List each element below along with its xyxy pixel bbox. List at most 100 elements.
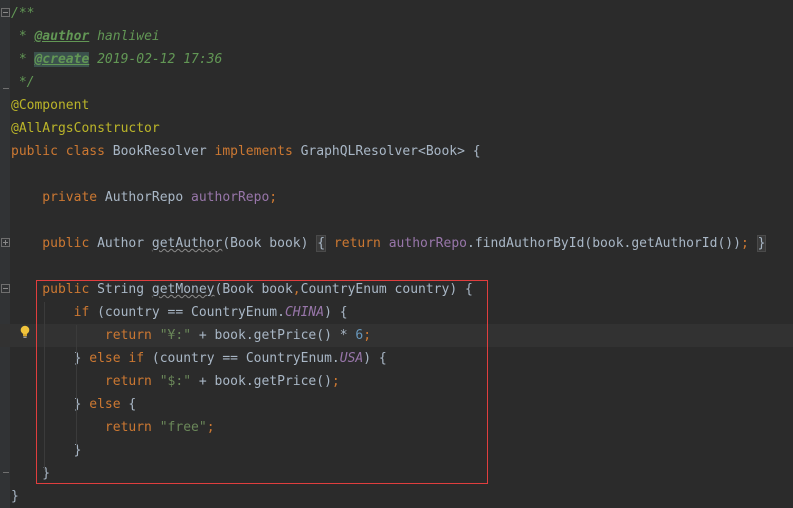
code-token: @AllArgsConstructor [11,121,160,136]
code-line-text: return "$:" + book.getPrice(); [11,370,340,393]
code-token: AuthorRepo [104,190,192,205]
code-token: return [333,236,389,251]
code-token: Author [97,236,152,251]
code-line-text: } [11,439,82,462]
code-token: CHINA [284,305,325,320]
code-token: /** [11,6,35,21]
code-line[interactable]: } [0,485,793,508]
code-line[interactable]: private AuthorRepo authorRepo; [0,186,793,209]
code-editor[interactable]: /** * @author hanliwei * @create 2019-02… [0,0,793,508]
code-line[interactable]: } else { [0,393,793,416]
code-line-text: */ [11,71,35,94]
code-line[interactable]: * @author hanliwei [0,25,793,48]
code-line[interactable] [0,255,793,278]
code-line[interactable]: @AllArgsConstructor [0,117,793,140]
code-token: + book.getPrice() * [191,328,356,343]
indent-guide [76,325,77,447]
code-token: CountryEnum country) { [300,282,473,297]
code-token: ) { [363,351,387,366]
code-token: ; [331,374,340,389]
code-token: return [11,420,160,435]
indent-guide [44,302,45,470]
code-line-text: * @create 2019-02-12 17:36 [11,48,222,71]
code-token: ; [269,190,278,205]
code-line[interactable]: * @create 2019-02-12 17:36 [0,48,793,71]
code-token: ) { [324,305,348,320]
code-token: "¥:" [159,328,192,343]
code-token: public [11,282,98,297]
code-token: return [11,328,160,343]
code-token: public [11,236,98,251]
code-token: .findAuthorById(book.getAuthorId()) [467,236,741,251]
code-token: getMoney [151,282,215,297]
code-token: } [11,443,82,458]
code-token: + book.getPrice() [191,374,332,389]
code-token: } [11,351,90,366]
code-token: public class [11,144,113,159]
code-line[interactable]: public String getMoney(Book book,Country… [0,278,793,301]
code-token: 2019-02-12 17:36 [89,52,223,67]
code-token: (Book book [214,282,293,297]
code-token: "free" [159,420,207,435]
code-line[interactable]: return "$:" + book.getPrice(); [0,370,793,393]
code-line[interactable] [0,209,793,232]
lightbulb-icon[interactable] [19,325,31,339]
code-token: { [128,397,137,412]
code-line-text: /** [11,2,34,25]
code-line-text: } [11,485,19,508]
code-line[interactable]: public Author getAuthor(Book book) { ret… [0,232,793,255]
code-token: BookResolver [112,144,215,159]
code-token: } [11,489,19,504]
code-line-text: } else if (country == CountryEnum.USA) { [11,347,387,370]
code-token: return [11,374,160,389]
code-token: (country == CountryEnum. [97,305,285,320]
code-token: @Component [11,98,90,113]
code-token: private [11,190,105,205]
code-line[interactable]: } [0,462,793,485]
code-token: String [97,282,152,297]
code-token: ; [206,420,215,435]
code-token: ; [363,328,372,343]
code-line-text: public class BookResolver implements Gra… [11,140,481,163]
code-token: @author [34,29,90,44]
code-line-text: public Author getAuthor(Book book) { ret… [11,232,767,255]
code-token: implements [214,144,301,159]
code-token: GraphQLResolver<Book> { [300,144,481,159]
code-line-text: private AuthorRepo authorRepo; [11,186,277,209]
code-line[interactable]: } else if (country == CountryEnum.USA) { [0,347,793,370]
code-token: } [756,235,767,252]
code-token: else if [89,351,152,366]
code-line-text: if (country == CountryEnum.CHINA) { [11,301,348,324]
code-token: */ [11,75,35,90]
code-token: authorRepo [388,236,467,251]
code-token: @create [34,52,90,67]
code-line[interactable]: */ [0,71,793,94]
code-token: hanliwei [89,29,160,44]
code-line[interactable] [0,163,793,186]
code-token: getAuthor [151,236,223,251]
code-line-text: } else { [11,393,137,416]
code-line[interactable]: public class BookResolver implements Gra… [0,140,793,163]
code-line[interactable]: @Component [0,94,793,117]
code-token: "$:" [159,374,192,389]
code-line[interactable]: if (country == CountryEnum.CHINA) { [0,301,793,324]
code-token: (Book book) [222,236,317,251]
code-token: * [11,52,35,67]
code-line[interactable]: } [0,439,793,462]
code-line-text: * @author hanliwei [11,25,160,48]
code-line-text: public String getMoney(Book book,Country… [11,278,473,301]
code-line-text: @AllArgsConstructor [11,117,160,140]
code-line[interactable]: /** [0,2,793,25]
code-token: else [89,397,129,412]
code-line[interactable]: return "¥:" + book.getPrice() * 6; [0,324,793,347]
code-token: } [11,397,90,412]
code-line[interactable]: return "free"; [0,416,793,439]
code-token: , [292,282,301,297]
code-token: USA [339,351,364,366]
code-token: { [316,235,327,252]
code-token: authorRepo [191,190,270,205]
code-line-text: return "¥:" + book.getPrice() * 6; [11,324,371,347]
code-token: * [11,29,35,44]
